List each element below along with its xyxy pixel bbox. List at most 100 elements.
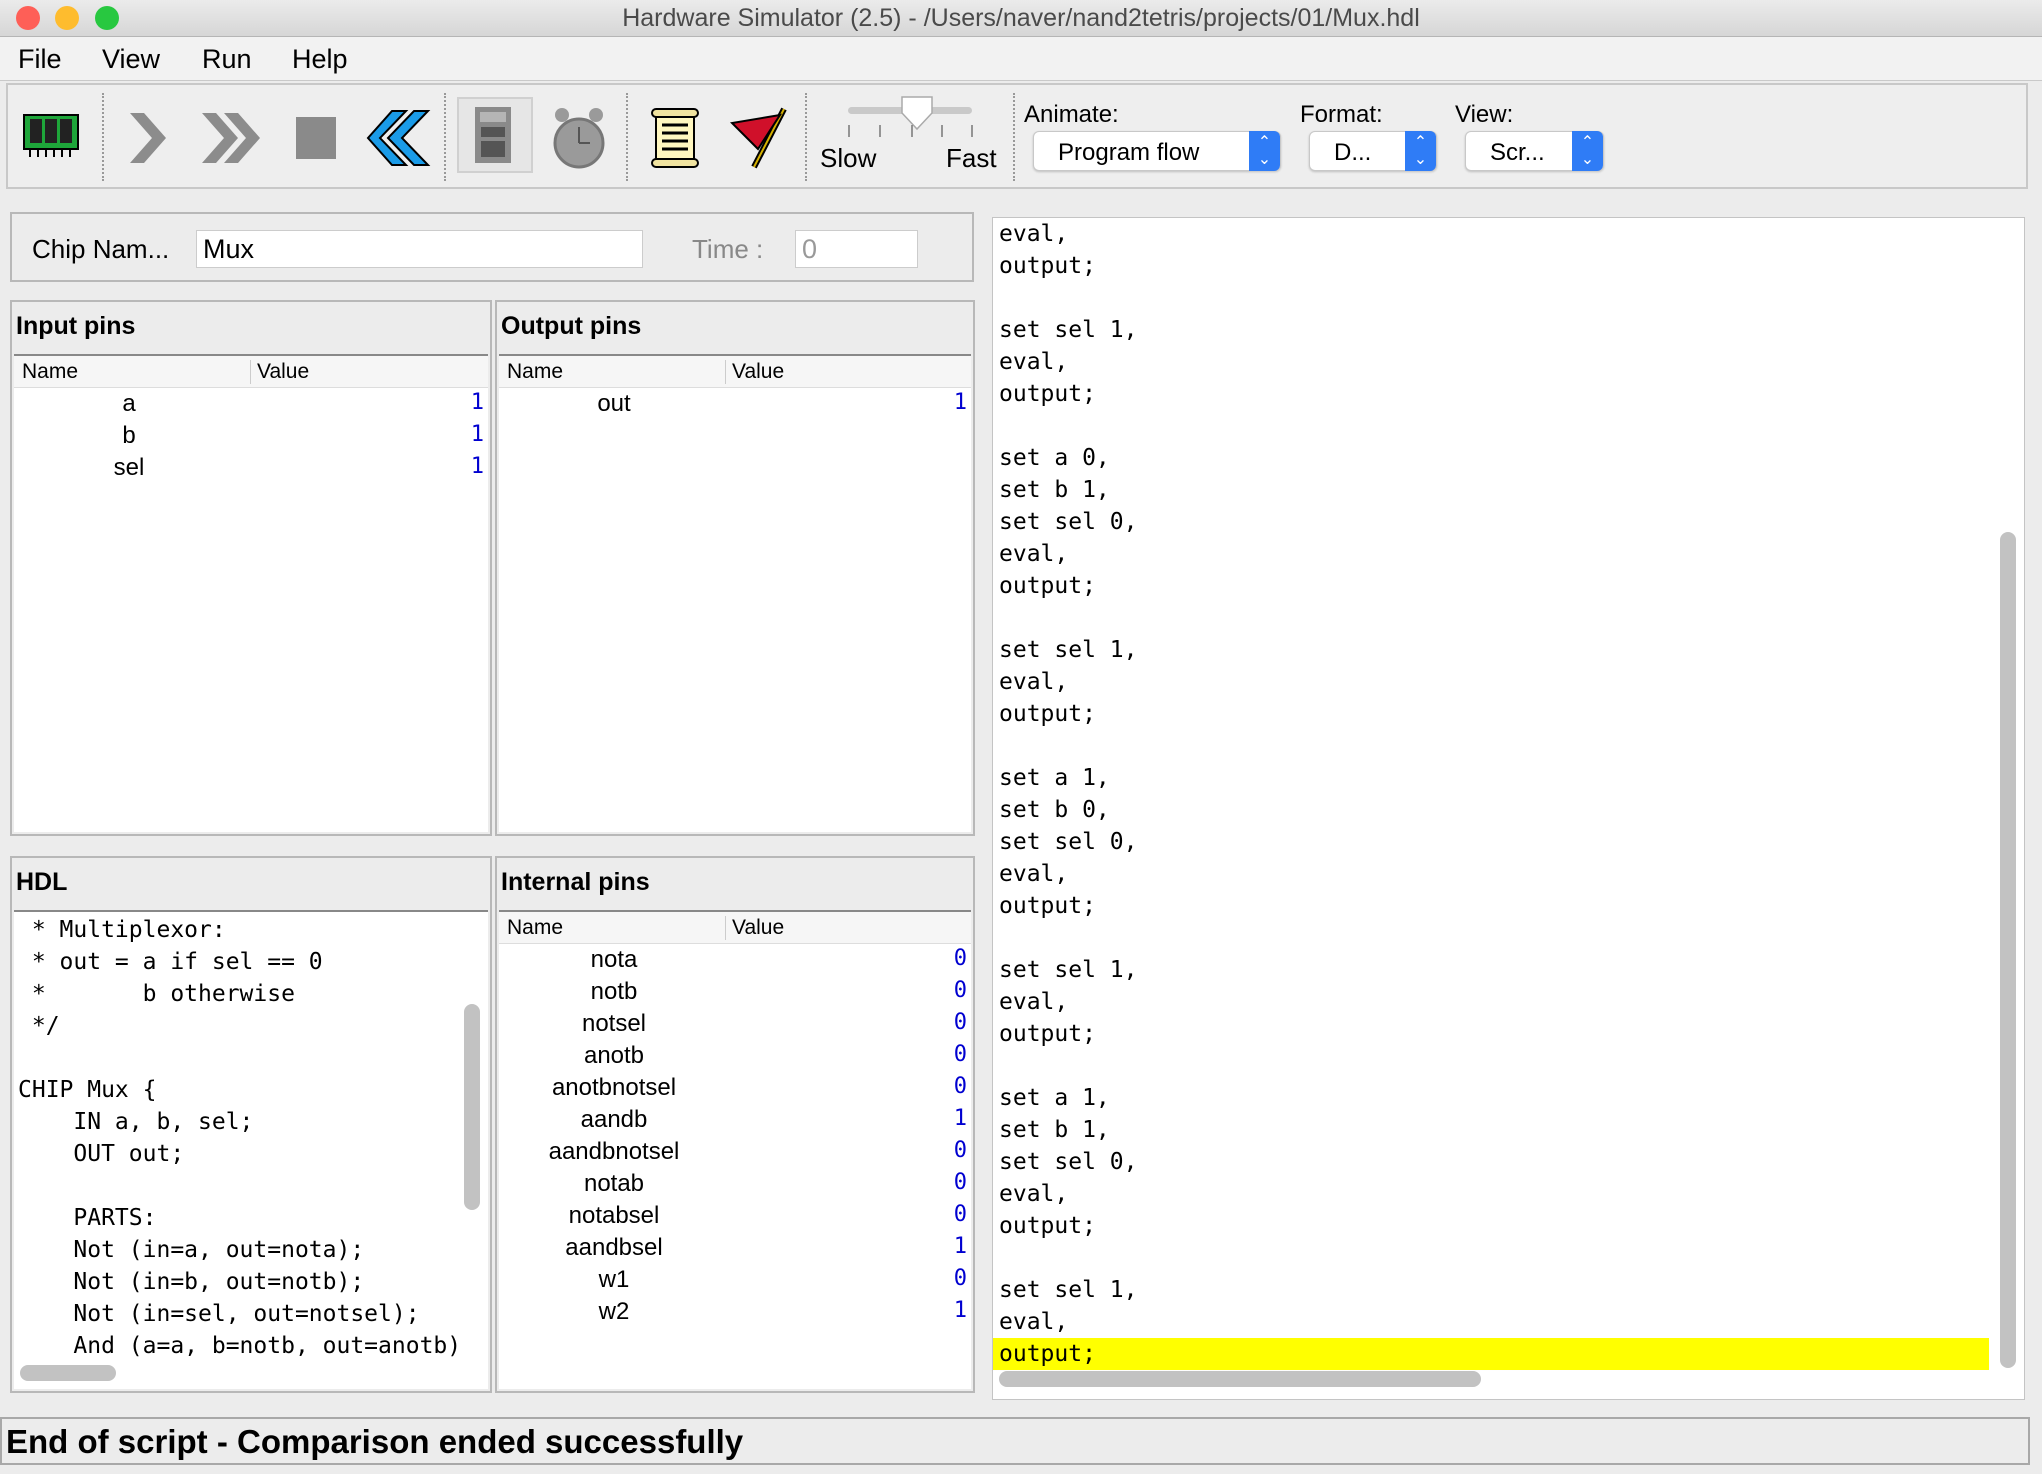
table-row[interactable]: anotbnotsel 0 (499, 1072, 971, 1104)
script-line: output; (999, 893, 1096, 919)
stop-icon[interactable] (294, 115, 338, 161)
column-header-value[interactable]: Value (725, 360, 784, 384)
pin-value: 0 (953, 978, 967, 1003)
input-pins-table: Name Value a1 b1 sel 1 (14, 354, 488, 832)
script-panel[interactable]: eval, output; set sel 1, eval, output; set a … (992, 217, 2025, 1400)
table-row[interactable]: notsel 0 (499, 1008, 971, 1040)
script-line: set sel 1, (999, 957, 1138, 983)
output-pins-table: Name Value out 1 (499, 354, 971, 832)
column-header-name[interactable]: Name (22, 360, 78, 384)
single-step-icon[interactable] (126, 111, 170, 165)
script-line: set sel 1, (999, 1277, 1138, 1303)
table-row[interactable]: notab 0 (499, 1168, 971, 1200)
table-row[interactable]: aandb 1 (499, 1104, 971, 1136)
script-line: set b 1, (999, 1117, 1110, 1143)
table-row[interactable]: out 1 (499, 388, 971, 420)
chip-name-field[interactable]: Mux (196, 230, 643, 268)
vertical-scrollbar[interactable] (464, 1004, 480, 1210)
slow-label: Slow (820, 143, 877, 173)
pin-name: sel (113, 454, 145, 481)
script-line: output; (999, 381, 1096, 407)
hdl-title: HDL (16, 868, 68, 896)
script-line: set sel 0, (999, 509, 1138, 535)
code-line: IN a, b, sel; (18, 1109, 254, 1135)
script-line: eval, (999, 989, 1069, 1015)
chip-name-label: Chip Nam... (32, 234, 170, 264)
time-label: Time : (692, 234, 764, 264)
table-row[interactable]: aandbsel 1 (499, 1232, 971, 1264)
separator (1013, 93, 1015, 181)
reset-icon[interactable] (366, 109, 432, 167)
code-line: * Multiplexor: (18, 917, 226, 943)
input-pins-panel: Input pins Name Value a1 b1 sel 1 (10, 300, 492, 836)
script-line: set a 1, (999, 765, 1110, 791)
column-header-value[interactable]: Value (725, 916, 784, 940)
menu-view[interactable]: View (102, 44, 160, 75)
script-line: output; (999, 1213, 1096, 1239)
table-row[interactable]: w2 1 (499, 1296, 971, 1328)
script-icon[interactable] (650, 107, 700, 169)
script-line: eval, (999, 1309, 1069, 1335)
status-bar: End of script - Comparison ended success… (0, 1417, 2030, 1465)
horizontal-scrollbar[interactable] (999, 1371, 1481, 1387)
script-line (993, 1050, 1989, 1082)
table-row[interactable]: b1 (14, 420, 488, 452)
script-line: output; (999, 1021, 1096, 1047)
pin-value: 0 (953, 1266, 967, 1291)
internal-pins-panel: Internal pins Name Value nota 0 notb 0 notsel… (495, 856, 975, 1393)
chip-load-icon[interactable] (22, 111, 80, 161)
script-line: output; (999, 573, 1096, 599)
animate-dropdown[interactable]: Program flow ⌃ ⌄ (1033, 131, 1281, 171)
view-value: Scr... (1490, 139, 1545, 166)
internal-pins-title: Internal pins (501, 868, 650, 896)
table-row[interactable]: aandbnotsel 0 (499, 1136, 971, 1168)
script-line: set sel 1, (999, 317, 1138, 343)
code-line: Not (in=b, out=notb); (18, 1269, 365, 1295)
hdl-editor[interactable]: * Multiplexor: * out = a if sel == 0 * b… (14, 910, 488, 1389)
breakpoint-flag-icon[interactable] (730, 105, 792, 171)
table-row[interactable]: anotb 0 (499, 1040, 971, 1072)
hdl-panel: HDL * Multiplexor: * out = a if sel == 0… (10, 856, 492, 1393)
format-label: Format: (1300, 101, 1383, 128)
script-line: eval, (999, 221, 1069, 247)
pin-name: notabsel (568, 1202, 660, 1229)
pin-value: 0 (953, 1170, 967, 1195)
script-line (993, 282, 1989, 314)
table-row[interactable]: sel 1 (14, 452, 488, 484)
menu-run[interactable]: Run (202, 44, 252, 75)
calculator-button[interactable] (457, 97, 533, 173)
pin-value: 1 (470, 390, 484, 415)
script-line: set sel 0, (999, 1149, 1138, 1175)
run-icon[interactable] (198, 111, 266, 165)
horizontal-scrollbar[interactable] (20, 1365, 116, 1381)
code-line: * b otherwise (18, 981, 295, 1007)
view-dropdown[interactable]: Scr... ⌃ ⌄ (1465, 131, 1604, 171)
format-dropdown[interactable]: D... ⌃ ⌄ (1309, 131, 1437, 171)
table-row[interactable]: notb 0 (499, 976, 971, 1008)
pin-value: 0 (953, 1138, 967, 1163)
pin-value: 1 (953, 1298, 967, 1323)
output-pins-title: Output pins (501, 312, 642, 340)
table-row[interactable]: w1 0 (499, 1264, 971, 1296)
column-header-name[interactable]: Name (507, 916, 563, 940)
clock-icon[interactable] (548, 103, 610, 173)
input-pins-title: Input pins (16, 312, 136, 340)
table-row[interactable]: a1 (14, 388, 488, 420)
column-header-name[interactable]: Name (507, 360, 563, 384)
pin-name: notsel (581, 1010, 647, 1037)
script-line (993, 602, 1989, 634)
script-line: set b 0, (999, 797, 1110, 823)
table-row[interactable]: notabsel 0 (499, 1200, 971, 1232)
menu-file[interactable]: File (18, 44, 62, 75)
code-line: Not (in=sel, out=notsel); (18, 1301, 420, 1327)
time-field: 0 (795, 230, 918, 268)
column-header-value[interactable]: Value (250, 360, 309, 384)
table-row[interactable]: nota 0 (499, 944, 971, 976)
vertical-scrollbar[interactable] (2000, 532, 2016, 1368)
menu-help[interactable]: Help (292, 44, 348, 75)
internal-pins-table: Name Value nota 0 notb 0 notsel 0 anotb 0 anotbno… (499, 910, 971, 1389)
script-line: eval, (999, 669, 1069, 695)
script-line: output; (999, 253, 1096, 279)
pin-value: 0 (953, 1042, 967, 1067)
